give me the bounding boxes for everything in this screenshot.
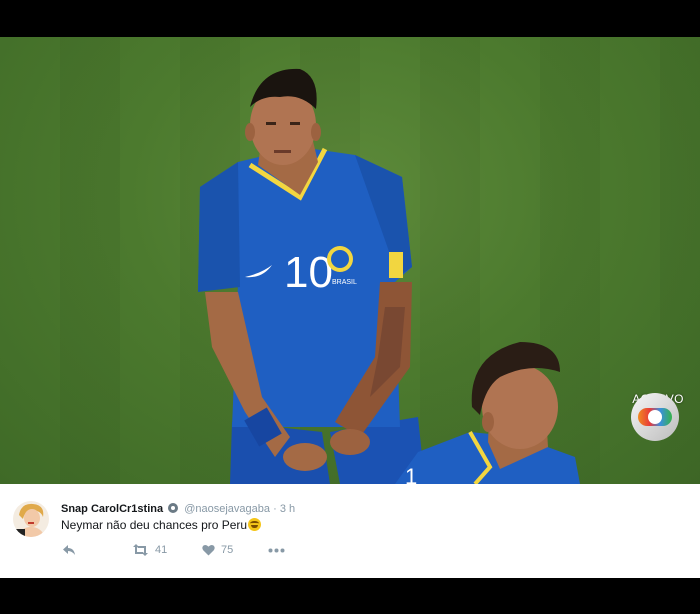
profile-emoji-icon: [168, 503, 179, 513]
crest-label: BRASIL: [332, 279, 357, 286]
photo-illustration: 10 BRASIL 1: [198, 68, 580, 484]
heart-icon: [202, 544, 215, 556]
like-button[interactable]: 75: [202, 544, 233, 556]
tweet-header: Snap CarolCr1stina @naosejavagaba · 3 h: [61, 502, 295, 516]
avatar[interactable]: [13, 501, 49, 537]
more-dots-icon: [268, 548, 285, 553]
bottom-letterbox: [0, 578, 700, 614]
reply-icon: [63, 545, 75, 555]
retweet-button[interactable]: 41: [132, 544, 167, 556]
tweet-text: Neymar não deu chances pro Peru: [61, 518, 262, 532]
match-photo: 10 BRASIL 1: [0, 37, 700, 484]
more-button[interactable]: [268, 548, 285, 553]
separator: ·: [273, 503, 277, 515]
retweet-icon: [133, 544, 148, 556]
jersey-number: 10: [284, 248, 333, 297]
reply-button[interactable]: [62, 544, 76, 556]
timestamp[interactable]: 3 h: [280, 503, 295, 515]
live-badge: AO VIVO: [630, 392, 686, 441]
svg-text:1: 1: [405, 464, 417, 484]
tweet-text-content: Neymar não deu chances pro Peru: [61, 518, 248, 532]
retweet-count: 41: [155, 544, 168, 556]
laughing-crying-emoji-icon: [248, 518, 262, 531]
player-neymar: 10 BRASIL: [198, 68, 425, 484]
user-handle[interactable]: @naosejavagaba: [184, 503, 270, 515]
display-name[interactable]: Snap CarolCr1stina: [61, 503, 163, 515]
like-count: 75: [221, 544, 234, 556]
avatar-image: [13, 501, 49, 537]
sleeve-badge: [389, 252, 403, 278]
tweet-card: Snap CarolCr1stina @naosejavagaba · 3 h …: [0, 484, 700, 578]
player-teammate: 1: [395, 342, 580, 484]
globo-logo-icon: [631, 393, 679, 441]
